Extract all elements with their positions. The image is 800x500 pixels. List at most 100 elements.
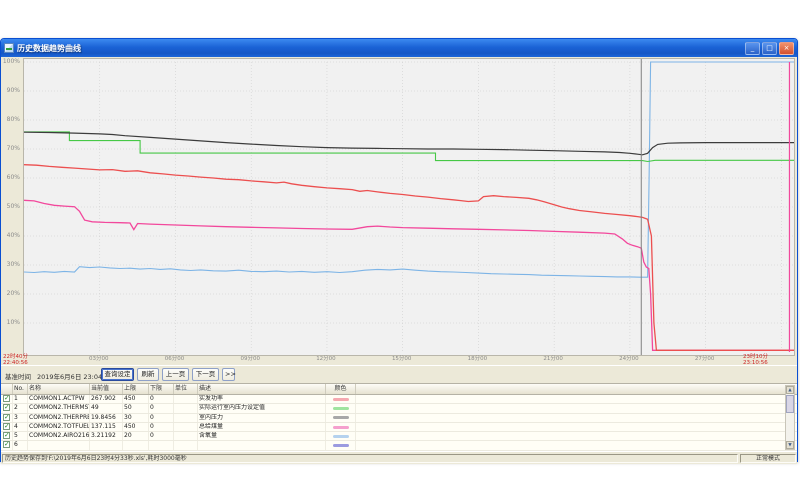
cell-unit (174, 423, 198, 431)
table-row[interactable]: ✓3COMMON2.THERPRESS19.8456300室内压力 (1, 414, 797, 423)
cell-lower-limit: 0 (149, 395, 174, 403)
cell-no: 4 (13, 423, 28, 431)
x-tick-label: 06分00 (161, 356, 187, 363)
x-tick-label: 24分00 (616, 356, 642, 363)
refresh-button[interactable]: 刷新 (137, 368, 159, 381)
cell-blank (356, 404, 797, 412)
cell-name (28, 441, 90, 449)
cell: ✓ (1, 423, 13, 431)
column-header[interactable]: 上限 (123, 384, 149, 394)
table-row[interactable]: ✓4COMMON2.TOTFUEL137.1154500总给煤量 (1, 423, 797, 432)
table-body: ✓1COMMON1.ACTPW267.9024500实发功率✓2COMMON2.… (1, 395, 797, 452)
cell-lower-limit (149, 441, 174, 449)
y-tick-label: 50% (1, 203, 20, 210)
titlebar[interactable]: 历史数据趋势曲线 _ □ × (1, 39, 797, 57)
cell-current-value: 19.8456 (90, 414, 123, 422)
cell-description: 总给煤量 (198, 423, 326, 431)
cell-upper-limit: 450 (123, 423, 149, 431)
cell-blank (356, 432, 797, 440)
color-swatch (333, 435, 349, 438)
column-header[interactable]: 颜色 (326, 384, 356, 394)
cell-name: COMMON1.ACTPW (28, 395, 90, 403)
app-icon (4, 43, 14, 53)
x-tick-label: 03分00 (86, 356, 112, 363)
maximize-button[interactable]: □ (762, 42, 777, 55)
minimize-button[interactable]: _ (745, 42, 760, 55)
close-button[interactable]: × (779, 42, 794, 55)
cell-current-value: 49 (90, 404, 123, 412)
column-header[interactable]: No. (13, 384, 28, 394)
cell-unit (174, 395, 198, 403)
row-checkbox[interactable]: ✓ (3, 395, 10, 402)
mode-indicator: 正常模式 (740, 454, 796, 463)
cell-blank (356, 414, 797, 422)
next-page-button[interactable]: 下一页 (192, 368, 219, 381)
row-checkbox[interactable]: ✓ (3, 432, 10, 439)
cell-no: 1 (13, 395, 28, 403)
column-header[interactable]: 下限 (149, 384, 174, 394)
x-tick-label: 15分00 (389, 356, 415, 363)
scroll-down-icon[interactable]: ▼ (786, 441, 794, 449)
cell-name: COMMON2.AIRO216 (28, 432, 90, 440)
scroll-up-icon[interactable]: ▲ (786, 386, 794, 394)
cell-lower-limit: 0 (149, 423, 174, 431)
color-swatch (333, 398, 349, 401)
row-checkbox[interactable]: ✓ (3, 414, 10, 421)
prev-page-button[interactable]: 上一页 (162, 368, 189, 381)
cell: ✓ (1, 404, 13, 412)
color-swatch (333, 416, 349, 419)
tag-table: No.名称当前值上限下限单位描述颜色 ✓1COMMON1.ACTPW267.90… (1, 383, 797, 452)
row-checkbox[interactable]: ✓ (3, 404, 10, 411)
more-button[interactable]: >> (222, 368, 235, 381)
column-header[interactable]: 描述 (198, 384, 326, 394)
series-line (24, 165, 794, 351)
series-line (24, 132, 794, 155)
y-tick-label: 70% (1, 145, 20, 152)
toolbar: 基准时间 2019年6月6日 23:04:33 查询设定 刷新 上一页 下一页 … (1, 365, 797, 384)
table-row[interactable]: ✓2COMMON2.THERMSTPT49500实际运行室内压力设定值 (1, 404, 797, 413)
cell-unit (174, 404, 198, 412)
scrollbar-thumb[interactable] (786, 395, 794, 413)
table-scrollbar[interactable]: ▲ ▼ (785, 385, 795, 450)
cell (326, 404, 356, 412)
cell-unit (174, 441, 198, 449)
color-swatch (333, 444, 349, 447)
y-tick-label: 20% (1, 290, 20, 297)
y-tick-label: 90% (1, 87, 20, 94)
cell (326, 423, 356, 431)
cell-name: COMMON2.THERPRESS (28, 414, 90, 422)
column-header-blank[interactable] (1, 384, 13, 394)
cell-no: 5 (13, 432, 28, 440)
table-row[interactable]: ✓1COMMON1.ACTPW267.9024500实发功率 (1, 395, 797, 404)
column-header[interactable]: 名称 (28, 384, 90, 394)
trend-plot[interactable] (23, 58, 795, 356)
y-tick-label: 10% (1, 319, 20, 326)
table-header: No.名称当前值上限下限单位描述颜色 (1, 384, 797, 395)
column-header[interactable]: 当前值 (90, 384, 123, 394)
cell: ✓ (1, 414, 13, 422)
status-message: 历史趋势保存到'F:\2019年6月6日23时4分33秒.xls',耗时3000… (2, 454, 738, 463)
row-checkbox[interactable]: ✓ (3, 423, 10, 430)
series-line (24, 200, 794, 350)
cell-unit (174, 414, 198, 422)
table-row[interactable]: ✓6 (1, 441, 797, 450)
cell-upper-limit (123, 441, 149, 449)
cell-upper-limit: 30 (123, 414, 149, 422)
row-checkbox[interactable]: ✓ (3, 441, 10, 448)
cell-current-value: 267.902 (90, 395, 123, 403)
x-tick-label: 21分00 (540, 356, 566, 363)
cell-lower-limit: 0 (149, 414, 174, 422)
column-header-blank[interactable] (356, 384, 797, 394)
table-row[interactable]: ✓5COMMON2.AIRO2163.21192200含氧量 (1, 432, 797, 441)
query-settings-button[interactable]: 查询设定 (101, 368, 134, 381)
window-title: 历史数据趋势曲线 (17, 43, 743, 54)
cell-no: 2 (13, 404, 28, 412)
cell-description: 实际运行室内压力设定值 (198, 404, 326, 412)
cell-upper-limit: 50 (123, 404, 149, 412)
cell-blank (356, 441, 797, 449)
cell-no: 6 (13, 441, 28, 449)
status-bar: 历史趋势保存到'F:\2019年6月6日23时4分33秒.xls',耗时3000… (1, 451, 797, 464)
x-tick-label: 18分00 (464, 356, 490, 363)
column-header[interactable]: 单位 (174, 384, 198, 394)
cell-blank (356, 423, 797, 431)
